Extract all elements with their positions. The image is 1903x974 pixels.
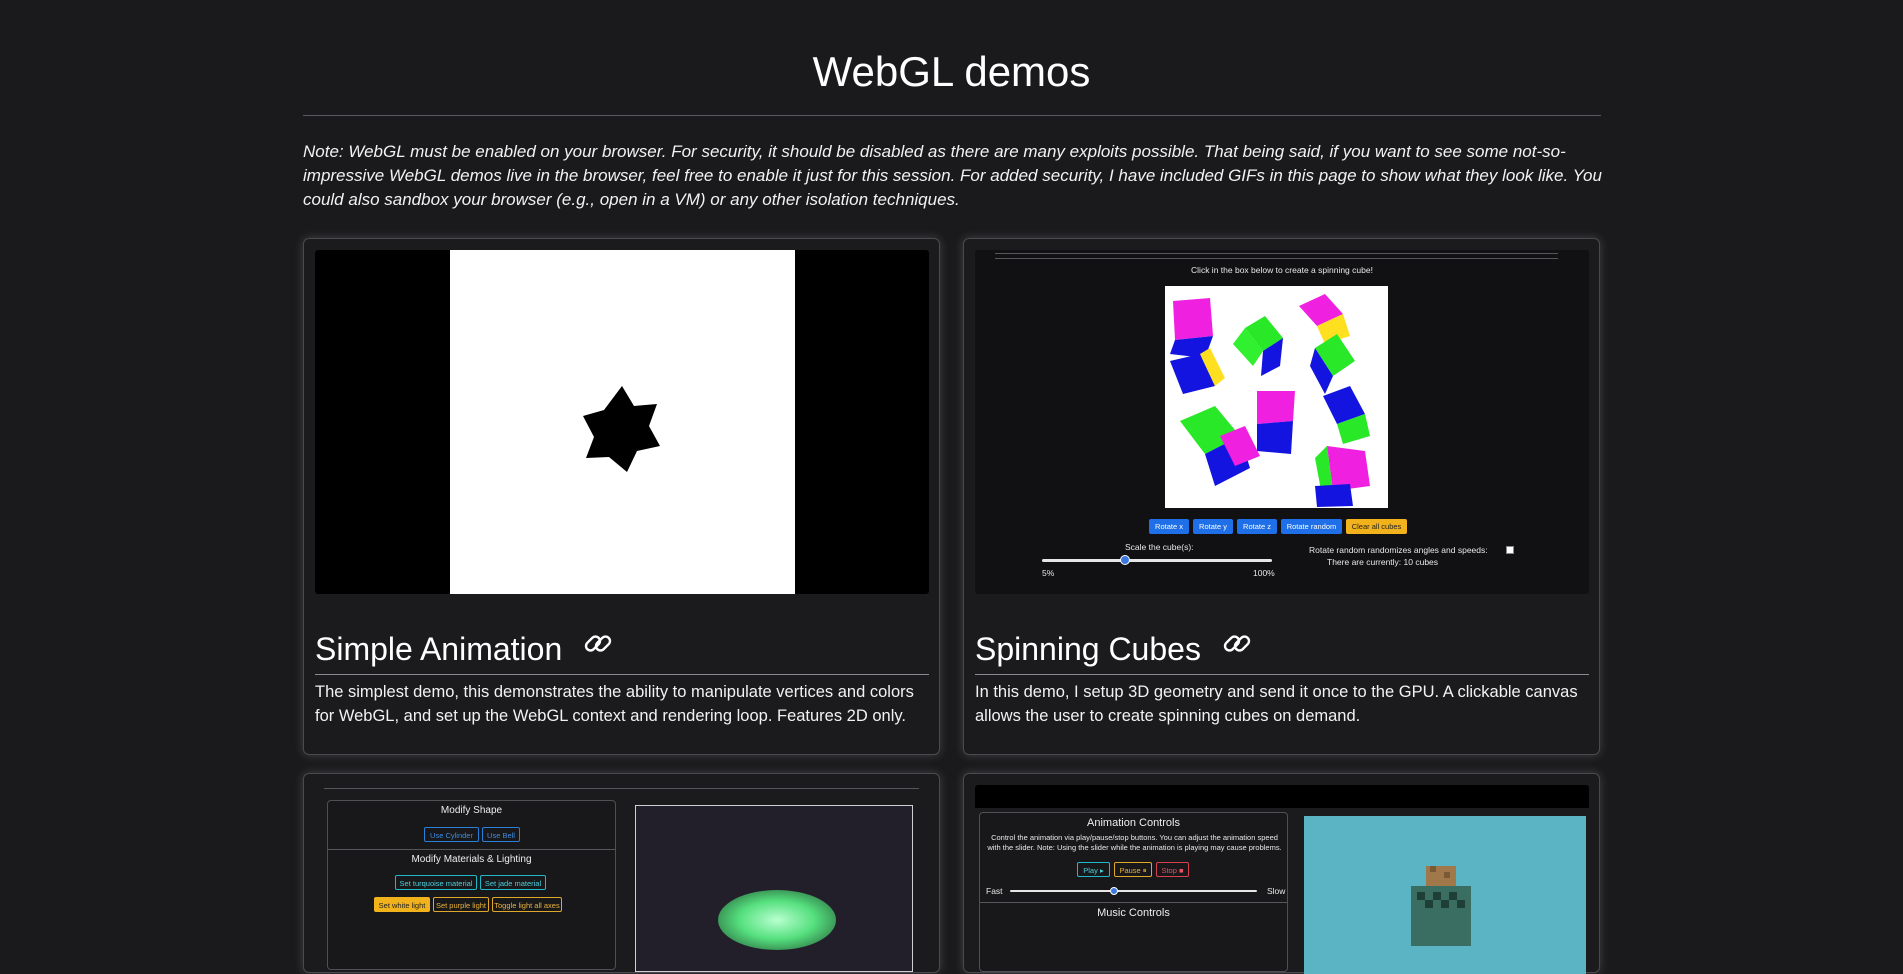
rotate-x-button[interactable]: Rotate x: [1149, 519, 1189, 534]
divider: [995, 253, 1558, 254]
slider-max-label: 100%: [1253, 568, 1275, 578]
card-title: Spinning Cubes: [975, 631, 1201, 667]
animation-canvas: [450, 250, 795, 594]
simple-animation-preview[interactable]: [315, 250, 929, 594]
character-model: [1411, 866, 1471, 946]
jade-material-button[interactable]: Set jade material: [480, 875, 546, 890]
turquoise-material-button[interactable]: Set turquoise material: [395, 875, 477, 890]
star-shape: [583, 386, 660, 472]
preview-letterbox: [315, 250, 929, 594]
speed-fast-label: Fast: [986, 886, 1003, 896]
header-strip: [975, 785, 1589, 808]
speed-slow-label: Slow: [1267, 886, 1286, 896]
rotate-y-button[interactable]: Rotate y: [1193, 519, 1233, 534]
white-light-button[interactable]: Set white light: [374, 897, 430, 912]
demo-card-materials: Modify Shape Use Cylinder Use Bell Modif…: [303, 773, 940, 973]
controls-panel: Modify Shape Use Cylinder Use Bell Modif…: [327, 800, 616, 970]
animation-controls-heading: Animation Controls: [1087, 817, 1180, 829]
card-title-row: Simple Animation: [315, 624, 929, 675]
demo-card-simple-animation: Simple Animation The simplest demo, this…: [303, 238, 940, 755]
scale-slider[interactable]: [1042, 559, 1272, 562]
divider: [324, 788, 919, 789]
purple-light-button[interactable]: Set purple light: [433, 897, 489, 912]
link-icon[interactable]: [581, 624, 615, 674]
pause-button[interactable]: Pause ⏸: [1114, 862, 1152, 877]
title-divider: [303, 115, 1601, 116]
spinning-cubes-preview[interactable]: Click in the box below to create a spinn…: [975, 250, 1589, 594]
modify-shape-heading: Modify Shape: [440, 805, 503, 816]
rotate-random-button[interactable]: Rotate random: [1281, 519, 1342, 534]
cubes-render: [1170, 294, 1370, 507]
demo-card-spinning-cubes: Click in the box below to create a spinn…: [963, 238, 1600, 755]
scale-slider-thumb[interactable]: [1120, 555, 1130, 565]
cube: [1323, 386, 1370, 444]
cube: [1299, 294, 1350, 344]
use-bell-button[interactable]: Use Bell: [482, 827, 520, 842]
cube: [1170, 298, 1213, 358]
rotate-z-button[interactable]: Rotate z: [1237, 519, 1277, 534]
cube: [1315, 446, 1370, 507]
speed-slider[interactable]: [1010, 890, 1257, 892]
scale-slider-label: Scale the cube(s):: [1125, 542, 1194, 552]
use-cylinder-button[interactable]: Use Cylinder: [424, 827, 479, 842]
divider: [328, 849, 615, 850]
cube: [1233, 316, 1283, 376]
page-title: WebGL demos: [812, 48, 1091, 95]
card-description: In this demo, I setup 3D geometry and se…: [975, 683, 1578, 725]
animation-controls-panel: Animation Controls Control the animation…: [979, 812, 1288, 972]
glow-shape: [718, 890, 836, 950]
slider-min-label: 5%: [1042, 568, 1055, 578]
card-description: The simplest demo, this demonstrates the…: [315, 683, 914, 725]
card-title-row: Spinning Cubes: [975, 624, 1589, 675]
demo-card-animation: Animation Controls Control the animation…: [963, 773, 1600, 974]
render-canvas[interactable]: [635, 805, 913, 972]
page: WebGL demos Note: WebGL must be enabled …: [0, 0, 1903, 974]
stop-button[interactable]: Stop ■: [1156, 862, 1189, 877]
play-button[interactable]: Play ▸: [1077, 862, 1110, 877]
divider: [995, 258, 1558, 259]
cube-instruction: Click in the box below to create a spinn…: [1191, 265, 1373, 275]
clear-cubes-button[interactable]: Clear all cubes: [1346, 519, 1407, 534]
materials-heading: Modify Materials & Lighting: [411, 854, 532, 865]
divider: [980, 902, 1287, 903]
cube: [1257, 391, 1295, 454]
cubes-page-mock: Click in the box below to create a spinn…: [975, 250, 1589, 594]
link-icon[interactable]: [1220, 624, 1254, 674]
card-title: Simple Animation: [315, 631, 563, 667]
cube-canvas[interactable]: [1165, 286, 1388, 508]
animation-instructions: Control the animation via play/pause/sto…: [987, 833, 1282, 852]
cube-count: There are currently: 10 cubes: [1327, 557, 1439, 567]
random-checkbox[interactable]: [1506, 546, 1514, 554]
speed-slider-thumb[interactable]: [1110, 887, 1118, 895]
security-note: Note: WebGL must be enabled on your brow…: [303, 142, 1602, 209]
scene-canvas[interactable]: [1304, 816, 1586, 974]
cube: [1310, 334, 1355, 394]
cube: [1180, 406, 1260, 486]
music-controls-heading: Music Controls: [1097, 907, 1170, 919]
toggle-light-axes-button[interactable]: Toggle light all axes: [492, 897, 562, 912]
random-note: Rotate random randomizes angles and spee…: [1309, 545, 1488, 555]
